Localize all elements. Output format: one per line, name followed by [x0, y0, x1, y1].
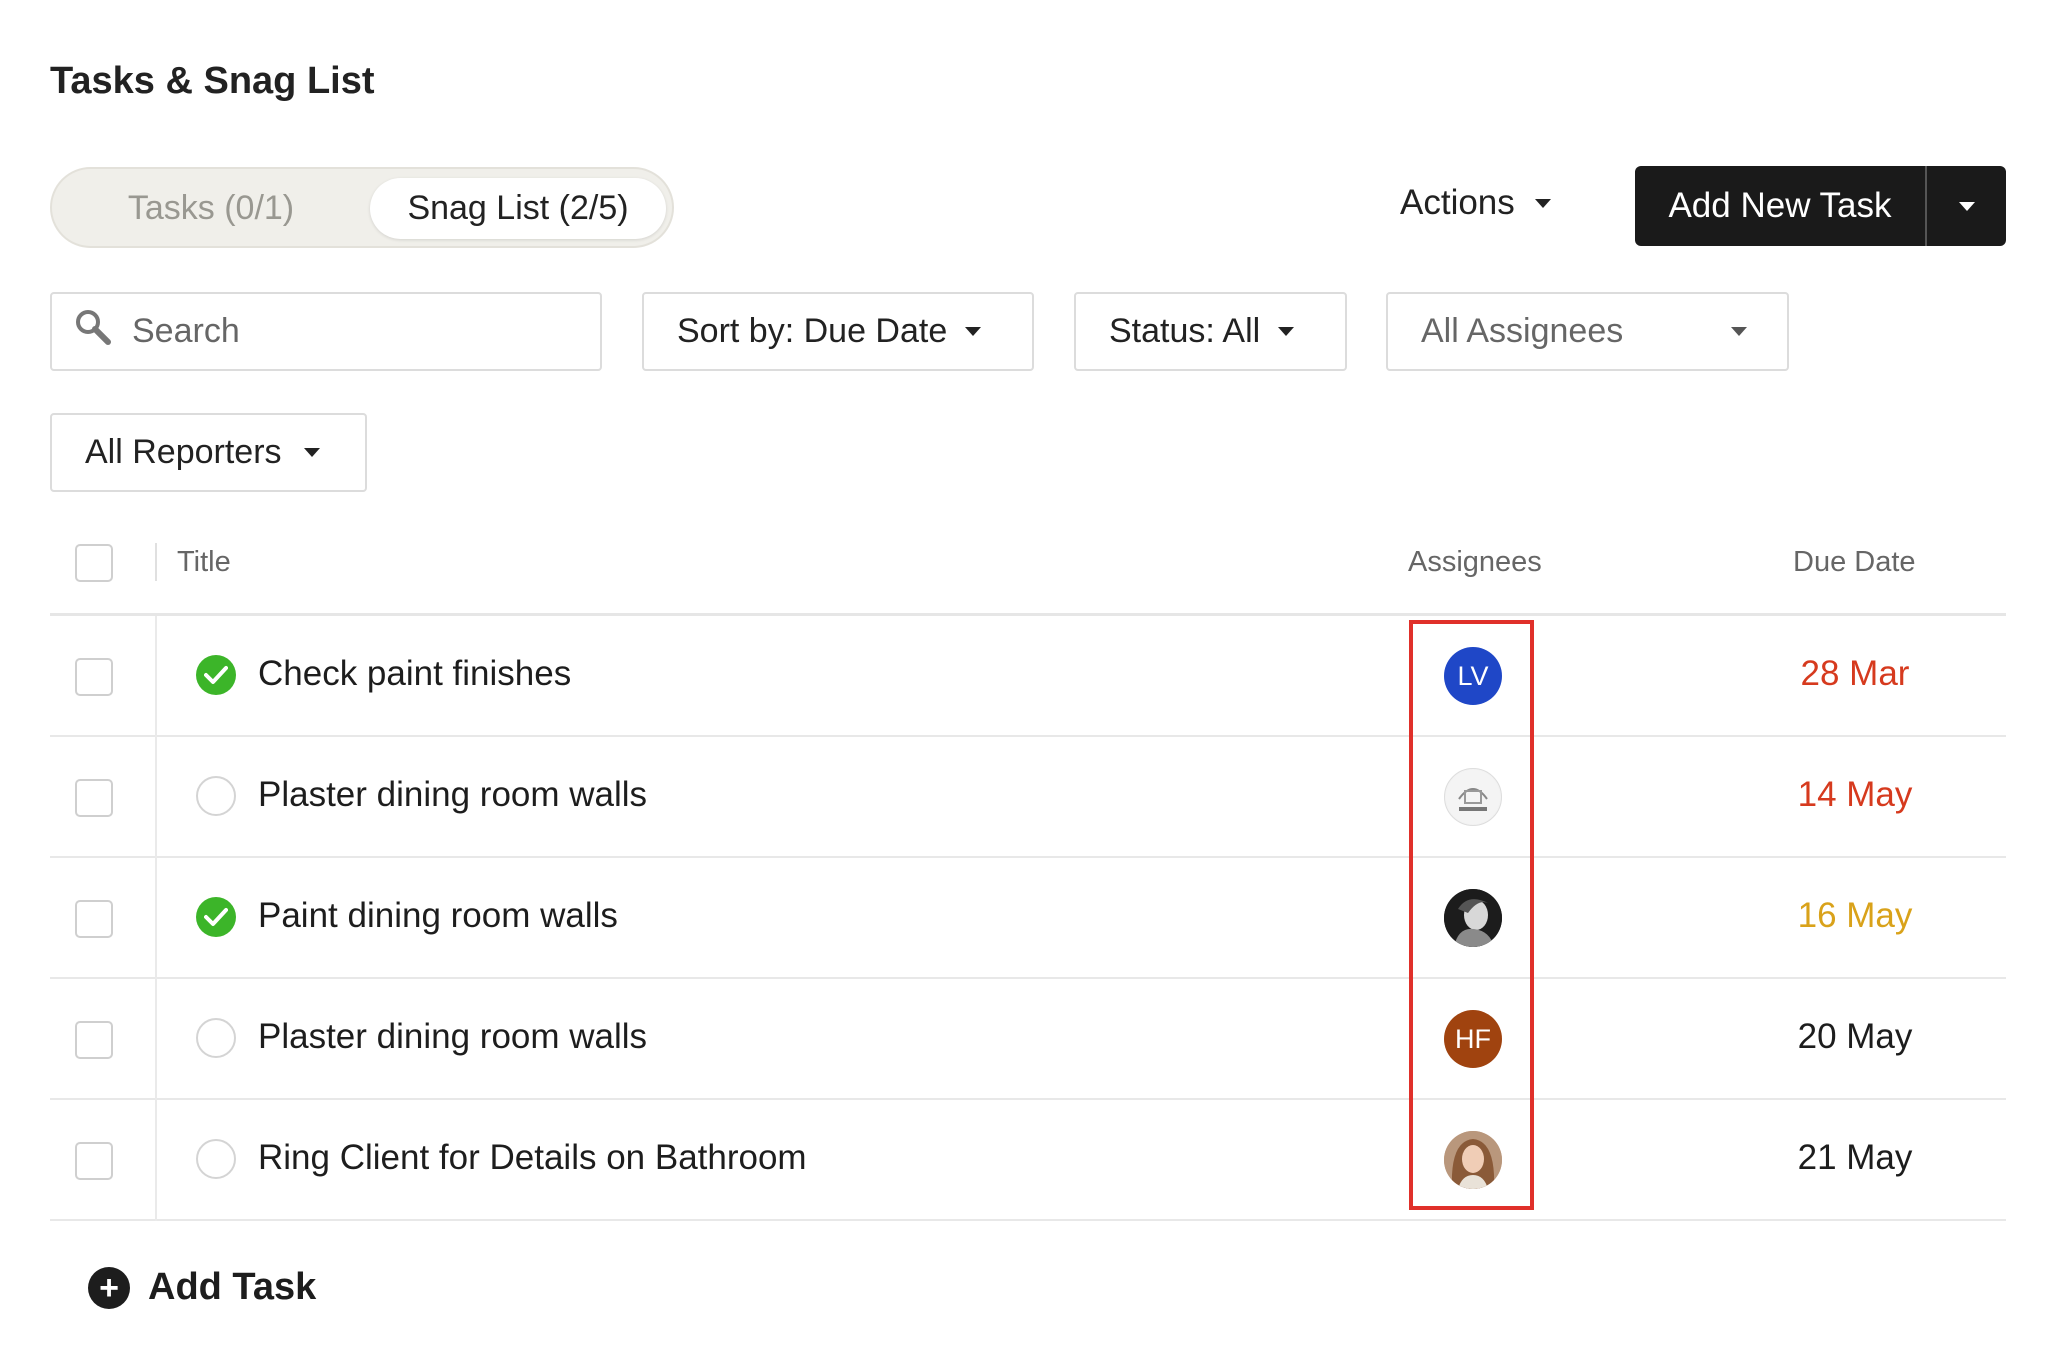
- caret-down-icon: [303, 448, 320, 457]
- row-checkbox[interactable]: [75, 1142, 113, 1180]
- table-row[interactable]: Ring Client for Details on Bathroom 21 M…: [50, 1100, 2006, 1221]
- tab-tasks[interactable]: Tasks (0/1): [78, 178, 344, 239]
- status-filter-dropdown[interactable]: Status: All: [1074, 292, 1347, 371]
- task-title[interactable]: Check paint finishes: [258, 654, 571, 694]
- due-date: 16 May: [1797, 896, 1913, 935]
- tab-snag-list[interactable]: Snag List (2/5): [370, 178, 666, 239]
- table-row[interactable]: Paint dining room walls 16 May: [50, 858, 2006, 979]
- row-divider: [155, 616, 157, 737]
- header-divider: [155, 543, 157, 581]
- add-task-button[interactable]: + Add Task: [88, 1266, 316, 1309]
- select-all-checkbox[interactable]: [75, 544, 113, 582]
- reporters-filter-label: All Reporters: [85, 433, 282, 471]
- task-title[interactable]: Ring Client for Details on Bathroom: [258, 1138, 807, 1178]
- column-header-title[interactable]: Title: [177, 546, 231, 579]
- sort-dropdown[interactable]: Sort by: Due Date: [642, 292, 1034, 371]
- caret-down-icon: [1278, 327, 1295, 336]
- due-date: 21 May: [1797, 1138, 1913, 1177]
- search-icon: [74, 308, 112, 355]
- table-row[interactable]: Check paint finishes LV 28 Mar: [50, 616, 2006, 737]
- table-row[interactable]: Plaster dining room walls 14 May: [50, 737, 2006, 858]
- task-title[interactable]: Plaster dining room walls: [258, 775, 647, 815]
- actions-label: Actions: [1400, 183, 1515, 222]
- row-divider: [155, 858, 157, 979]
- sort-label: Sort by: Due Date: [677, 312, 948, 350]
- check-circle-icon[interactable]: [196, 897, 236, 937]
- empty-circle-icon[interactable]: [196, 776, 236, 816]
- status-filter-label: Status: All: [1109, 312, 1261, 350]
- reporters-filter-dropdown[interactable]: All Reporters: [50, 413, 367, 492]
- add-new-task-split-button: Add New Task: [1635, 166, 2006, 246]
- row-divider: [155, 979, 157, 1100]
- assignees-filter-label: All Assignees: [1421, 312, 1624, 350]
- caret-down-icon: [1731, 327, 1747, 336]
- page-title: Tasks & Snag List: [50, 60, 375, 102]
- row-checkbox[interactable]: [75, 779, 113, 817]
- caret-down-icon: [965, 327, 982, 336]
- table-row[interactable]: Plaster dining room walls HF 20 May: [50, 979, 2006, 1100]
- row-checkbox[interactable]: [75, 1021, 113, 1059]
- row-divider: [155, 1100, 157, 1221]
- caret-down-icon: [1534, 198, 1551, 208]
- row-checkbox[interactable]: [75, 900, 113, 938]
- caret-down-icon: [1958, 201, 1975, 211]
- search-input[interactable]: Search: [50, 292, 602, 371]
- actions-menu-button[interactable]: Actions: [1400, 183, 1551, 223]
- add-task-label: Add Task: [148, 1266, 317, 1308]
- search-placeholder: Search: [132, 312, 240, 350]
- add-new-task-button[interactable]: Add New Task: [1635, 166, 1925, 246]
- view-toggle: Tasks (0/1) Snag List (2/5): [50, 167, 674, 248]
- row-divider: [155, 737, 157, 858]
- empty-circle-icon[interactable]: [196, 1139, 236, 1179]
- due-date: 20 May: [1797, 1017, 1913, 1056]
- column-header-assignees[interactable]: Assignees: [1408, 546, 1542, 579]
- empty-circle-icon[interactable]: [196, 1018, 236, 1058]
- task-title[interactable]: Plaster dining room walls: [258, 1017, 647, 1057]
- column-header-due-date[interactable]: Due Date: [1793, 546, 1916, 579]
- task-list: Check paint finishes LV 28 Mar Plaster d…: [50, 616, 2006, 1221]
- due-date: 28 Mar: [1800, 654, 1910, 693]
- due-date: 14 May: [1797, 775, 1913, 814]
- task-title[interactable]: Paint dining room walls: [258, 896, 618, 936]
- row-checkbox[interactable]: [75, 658, 113, 696]
- check-circle-icon[interactable]: [196, 655, 236, 695]
- assignees-highlight-box: [1409, 620, 1534, 1210]
- add-new-task-dropdown-button[interactable]: [1927, 166, 2006, 246]
- plus-circle-icon: +: [88, 1266, 130, 1309]
- assignees-filter-dropdown[interactable]: All Assignees: [1386, 292, 1789, 371]
